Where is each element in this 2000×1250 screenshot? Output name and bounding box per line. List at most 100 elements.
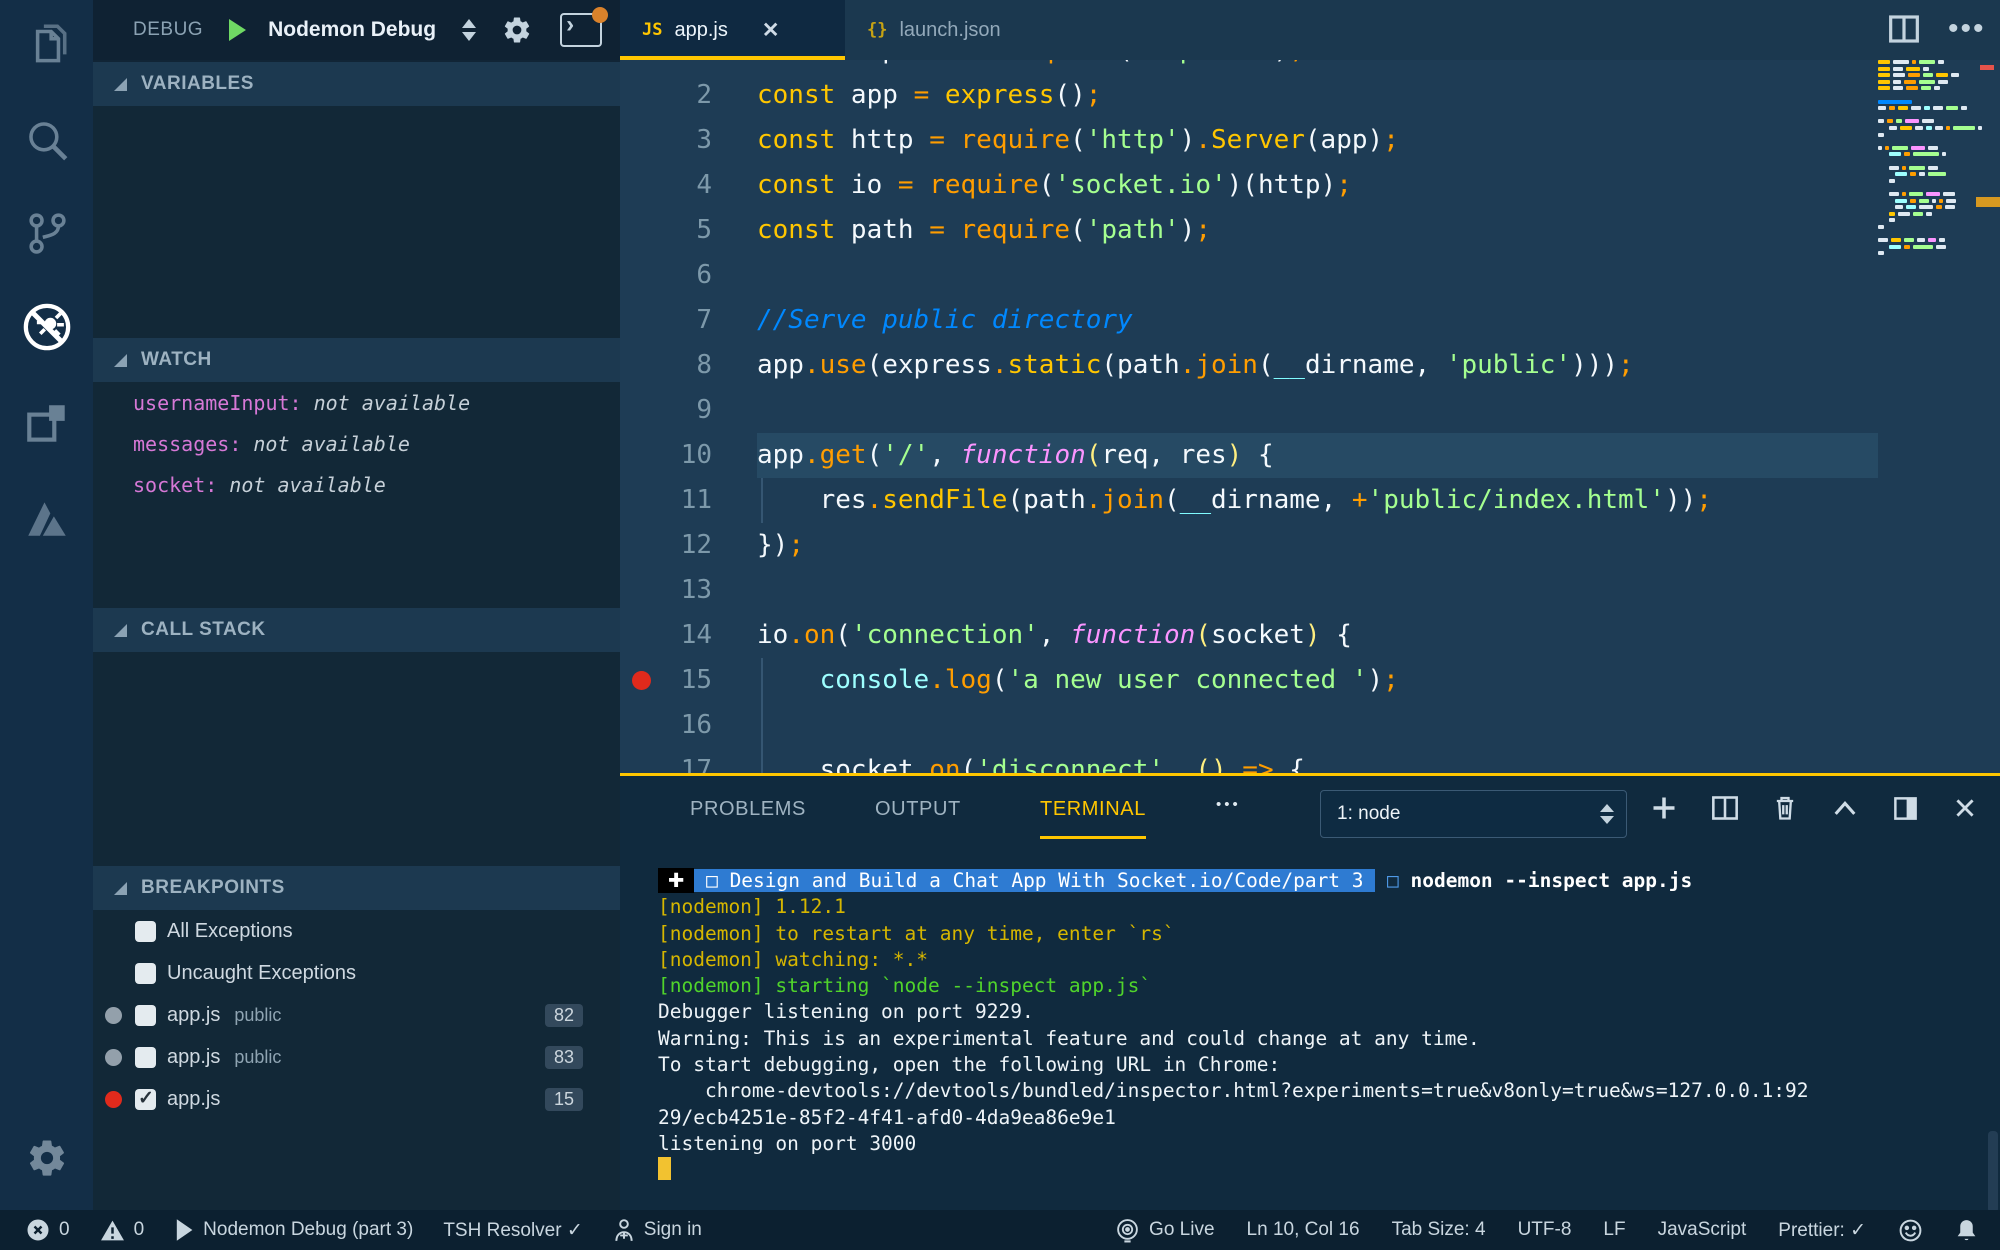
status-0[interactable]: 0 [100,1219,145,1242]
status-nodemon-debug-part-3[interactable]: Nodemon Debug (part 3) [174,1218,413,1242]
status-0[interactable]: 0 [26,1218,70,1242]
config-spinner-icon[interactable] [462,19,476,41]
kill-terminal-icon[interactable] [1772,794,1798,822]
status-tab-size-4[interactable]: Tab Size: 4 [1392,1219,1486,1241]
search-icon[interactable] [0,97,93,183]
code-token: res [757,485,867,515]
twistie-icon [114,882,127,895]
tab-launch-json[interactable]: {} launch.json [845,0,1090,60]
code-line-11[interactable]: 11 res.sendFile(path.join(__dirname, +'p… [620,478,2000,523]
minimap[interactable] [1878,60,1992,275]
section-header-call-stack[interactable]: CALL STACK [93,608,620,652]
code-token: . [914,755,930,773]
terminal-line [658,1157,1988,1183]
tab-app-js[interactable]: JS app.js ✕ [620,0,845,60]
section-header-watch[interactable]: WATCH [93,338,620,382]
code-line-12[interactable]: 12}); [620,523,2000,568]
breakpoint-row[interactable]: Uncaught Exceptions [93,952,620,994]
close-tab-icon[interactable]: ✕ [762,18,780,43]
breakpoint-checkbox[interactable] [135,1005,156,1026]
editor-tab-bar: JS app.js ✕ {} launch.json ••• [620,0,2000,60]
code-line-14[interactable]: 14io.on('connection', function(socket) { [620,613,2000,658]
breakpoint-row[interactable]: All Exceptions [93,910,620,952]
watch-body: usernameInput:not availablemessages:not … [93,382,620,608]
explorer-icon[interactable] [0,2,93,88]
code-token: . [1195,125,1211,155]
code-line-2[interactable]: 2const app = express(); [620,73,2000,118]
sidebar-title: DEBUG [133,19,203,41]
breakpoint-checkbox[interactable] [135,1089,156,1110]
extensions-icon[interactable] [0,381,93,467]
close-panel-icon[interactable] [1952,795,1978,821]
code-line-4[interactable]: 4const io = require('socket.io')(http); [620,163,2000,208]
debug-config-selector[interactable]: Nodemon Debug [268,18,436,42]
panel-tab-terminal[interactable]: TERMINAL [1040,798,1146,821]
panel-scrollbar[interactable] [1988,1131,1998,1213]
settings-gear-icon[interactable] [0,1115,93,1201]
panel-tab-problems[interactable]: PROBLEMS [690,798,806,821]
status-sign-in[interactable]: Sign in [613,1218,702,1242]
code-line-6[interactable]: 6 [620,253,2000,298]
status-tsh-resolver[interactable]: TSH Resolver ✓ [443,1219,582,1242]
new-terminal-icon[interactable] [1650,794,1678,822]
status-prettier[interactable]: Prettier: ✓ [1778,1219,1866,1242]
status-go-live[interactable]: Go Live [1115,1218,1214,1243]
status-lf[interactable]: LF [1603,1219,1625,1241]
code-line-10[interactable]: 10app.get('/', function(req, res) { [620,433,2000,478]
terminal-output[interactable]: ✚ □ Design and Build a Chat App With Soc… [658,868,1988,1184]
breakpoint-dot [105,1007,122,1024]
code-line-13[interactable]: 13 [620,568,2000,613]
panel-more-icon[interactable]: ••• [1216,796,1241,813]
breakpoint-row[interactable]: app.jspublic82 [93,994,620,1036]
configure-gear-icon[interactable] [502,15,532,45]
breakpoint-glyph[interactable] [632,671,651,690]
code-token: on [929,755,960,773]
line-number: 17 [620,748,712,773]
code-token: app [757,440,804,470]
code-line-16[interactable]: 16 [620,703,2000,748]
code-line-3[interactable]: 3const http = require('http').Server(app… [620,118,2000,163]
section-header-breakpoints[interactable]: BREAKPOINTS [93,866,620,910]
breakpoint-checkbox[interactable] [135,1047,156,1068]
code-token: ( [961,755,977,773]
code-token: ) [1274,60,1290,65]
code-line-5[interactable]: 5const path = require('path'); [620,208,2000,253]
variables-body [93,106,620,338]
code-line-1[interactable]: 1const express = require('express'); [620,60,2000,73]
section-header-variables[interactable]: VARIABLES [93,62,620,106]
watch-expression[interactable]: usernameInput:not available [93,382,620,423]
status-label: JavaScript [1658,1219,1747,1241]
code-token: const [757,170,835,200]
maximize-panel-icon[interactable] [1892,795,1919,822]
breakpoint-checkbox[interactable] [135,921,156,942]
source-control-icon[interactable] [0,190,93,276]
azure-icon[interactable] [0,475,93,561]
code-line-15[interactable]: 15 console.log('a new user connected '); [620,658,2000,703]
more-actions-icon[interactable]: ••• [1948,24,1986,34]
breakpoint-row[interactable]: app.jspublic83 [93,1036,620,1078]
code-line-7[interactable]: 7//Serve public directory [620,298,2000,343]
status-smiley[interactable] [1898,1218,1923,1243]
panel-tab-output[interactable]: OUTPUT [875,798,961,821]
terminal-select[interactable]: 1: node [1320,790,1627,838]
code-line-9[interactable]: 9 [620,388,2000,433]
status-javascript[interactable]: JavaScript [1658,1219,1747,1241]
split-editor-icon[interactable] [1888,14,1920,44]
status-ln-10-col-16[interactable]: Ln 10, Col 16 [1247,1219,1360,1241]
bottom-panel: PROBLEMS OUTPUT TERMINAL ••• 1: node ✚ □ D… [620,773,2000,1210]
breakpoint-row[interactable]: app.js15 [93,1078,620,1120]
code-line-8[interactable]: 8app.use(express.static(path.join(__dirn… [620,343,2000,388]
breakpoint-checkbox[interactable] [135,963,156,984]
debug-console-icon[interactable] [560,13,602,47]
debug-icon[interactable] [0,284,93,370]
split-terminal-icon[interactable] [1711,795,1739,821]
collapse-icon[interactable] [1831,797,1859,819]
code-line-17[interactable]: 17 socket.on('disconnect', () => { [620,748,2000,773]
code-area[interactable]: 1const express = require('express');2con… [620,60,2000,773]
status-utf-8[interactable]: UTF-8 [1518,1219,1572,1241]
code-token: sendFile [882,485,1007,515]
start-debug-icon[interactable] [229,19,246,41]
watch-expression[interactable]: messages:not available [93,423,620,464]
watch-expression[interactable]: socket:not available [93,464,620,505]
status-bell[interactable] [1955,1218,1978,1243]
